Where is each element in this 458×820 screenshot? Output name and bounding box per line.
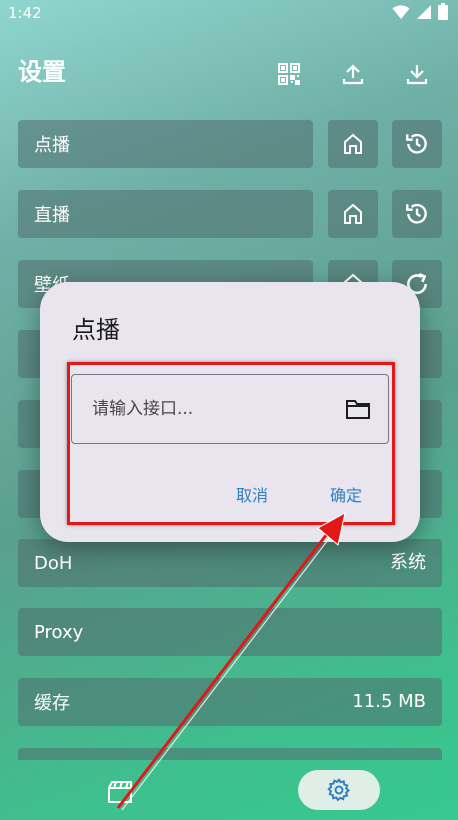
dialog-title: 点播 xyxy=(72,316,120,344)
highlight-annotation-box xyxy=(67,362,395,525)
